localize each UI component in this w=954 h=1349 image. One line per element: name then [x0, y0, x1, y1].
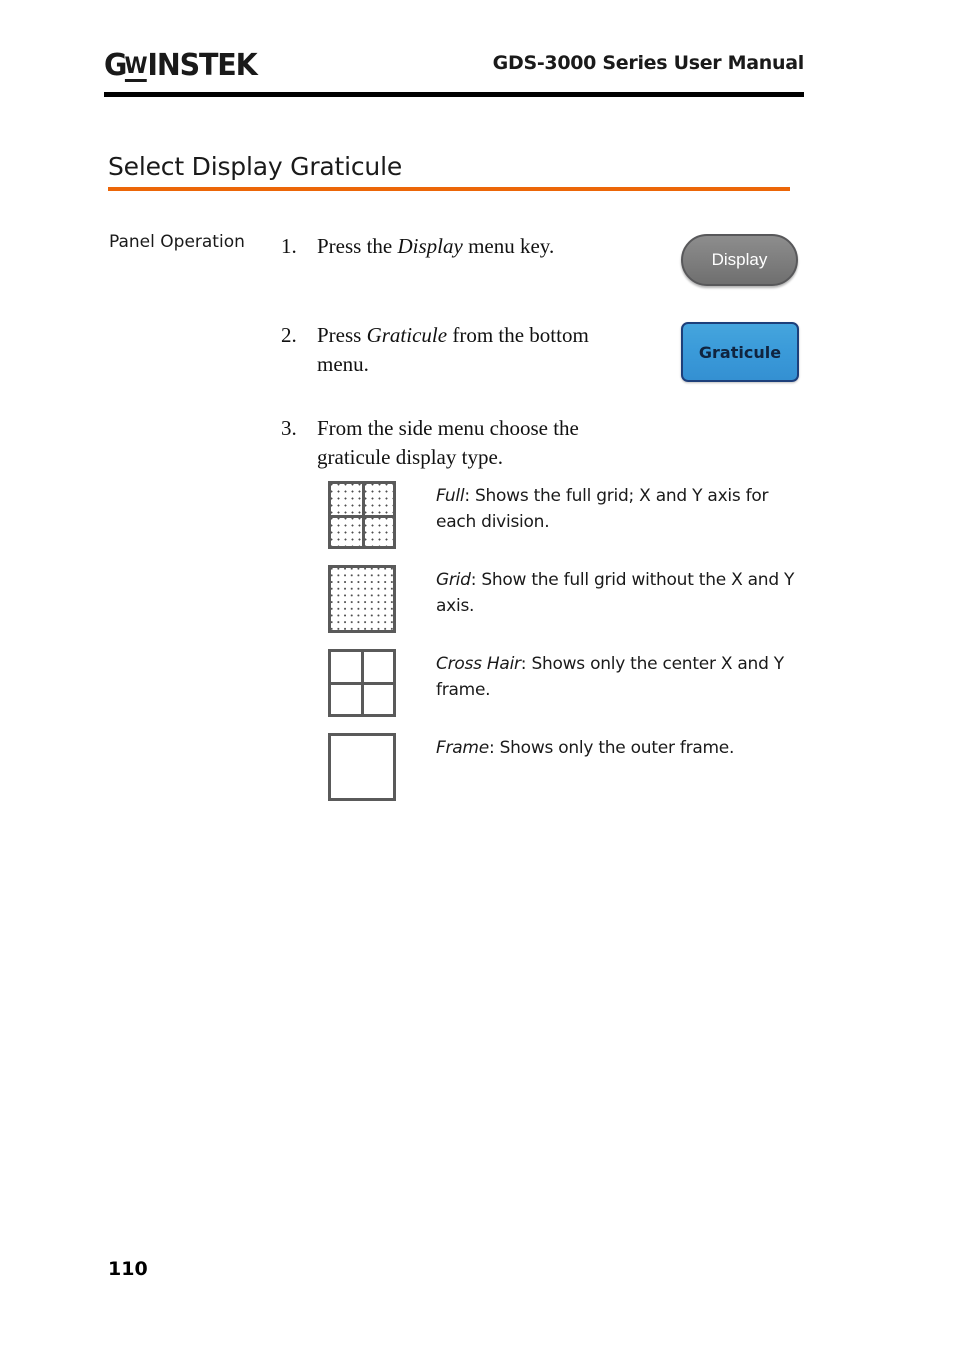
logo-letter-g: G — [104, 48, 127, 83]
step-1-text-after: menu key. — [462, 234, 555, 258]
cross-horizontal-line — [331, 681, 393, 685]
step-2-text-before: Press — [317, 323, 367, 347]
graticule-soft-key-label: Graticule — [698, 342, 782, 362]
quadrant-bottom-right — [362, 515, 393, 546]
graticule-cross-hair-icon — [328, 649, 396, 717]
page-number: 110 — [108, 1258, 148, 1280]
graticule-full-name: Full — [436, 486, 465, 506]
graticule-grid-description: Grid: Show the full grid without the X a… — [436, 567, 808, 619]
manual-title: GDS-3000 Series User Manual — [492, 52, 805, 74]
graticule-grid-icon — [328, 565, 396, 633]
graticule-cross-hair-name: Cross Hair — [436, 654, 521, 674]
panel-operation-label: Panel Operation — [109, 232, 245, 252]
graticule-grid-name: Grid — [436, 570, 471, 590]
step-3-number: 3. — [281, 416, 297, 440]
graticule-frame-name: Frame — [436, 738, 489, 758]
dot-grid — [331, 484, 362, 515]
step-1-text-before: Press the — [317, 234, 398, 258]
step-2-number: 2. — [281, 323, 297, 347]
graticule-full-separator: : — [464, 486, 475, 506]
quadrant-top-right — [362, 484, 393, 515]
display-panel-key-label: Display — [711, 250, 768, 269]
step-1-emphasis: Display — [397, 234, 463, 258]
page-title: Select Display Graticule — [108, 152, 403, 181]
logo-letter-w: W — [124, 54, 148, 82]
logo-wordmark: INSTEK — [147, 48, 257, 83]
graticule-grid-text: Show the full grid without the X and Y a… — [436, 570, 795, 616]
graticule-full-text: Shows the full grid; X and Y axis for ea… — [436, 486, 769, 532]
header-divider — [104, 92, 804, 97]
graticule-cross-hair-description: Cross Hair: Shows only the center X and … — [436, 651, 808, 703]
dot-grid — [365, 484, 393, 515]
quadrant-top-left — [331, 484, 362, 515]
graticule-full-description: Full: Shows the full grid; X and Y axis … — [436, 483, 808, 535]
dot-grid — [331, 568, 393, 630]
dot-grid — [331, 518, 362, 546]
step-2-text: Press Graticule from the bottom menu. — [317, 321, 641, 379]
step-2: 2. Press Graticule from the bottom menu. — [281, 321, 641, 379]
gw-instek-logo: GWINSTEK — [104, 48, 258, 83]
graticule-frame-separator: : — [488, 738, 500, 758]
full-quadrants — [331, 484, 393, 546]
graticule-frame-text: Shows only the outer frame. — [499, 738, 735, 758]
step-3-text: From the side menu choose the graticule … — [317, 416, 579, 469]
dot-grid — [365, 518, 393, 546]
graticule-full-icon — [328, 481, 396, 549]
graticule-frame-icon — [328, 733, 396, 801]
quadrant-bottom-left — [331, 515, 362, 546]
graticule-grid-separator: : — [470, 570, 482, 590]
display-panel-key[interactable]: Display — [681, 234, 798, 286]
graticule-frame-description: Frame: Shows only the outer frame. — [436, 735, 808, 761]
section-accent-rule — [108, 187, 790, 191]
step-2-emphasis: Graticule — [366, 323, 448, 347]
step-3: 3. From the side menu choose the graticu… — [281, 414, 651, 472]
step-1: 1. Press the Display menu key. — [281, 232, 651, 261]
graticule-cross-hair-separator: : — [520, 654, 532, 674]
step-1-number: 1. — [281, 234, 297, 258]
step-1-text: Press the Display menu key. — [317, 232, 651, 261]
graticule-soft-key[interactable]: Graticule — [681, 322, 799, 382]
